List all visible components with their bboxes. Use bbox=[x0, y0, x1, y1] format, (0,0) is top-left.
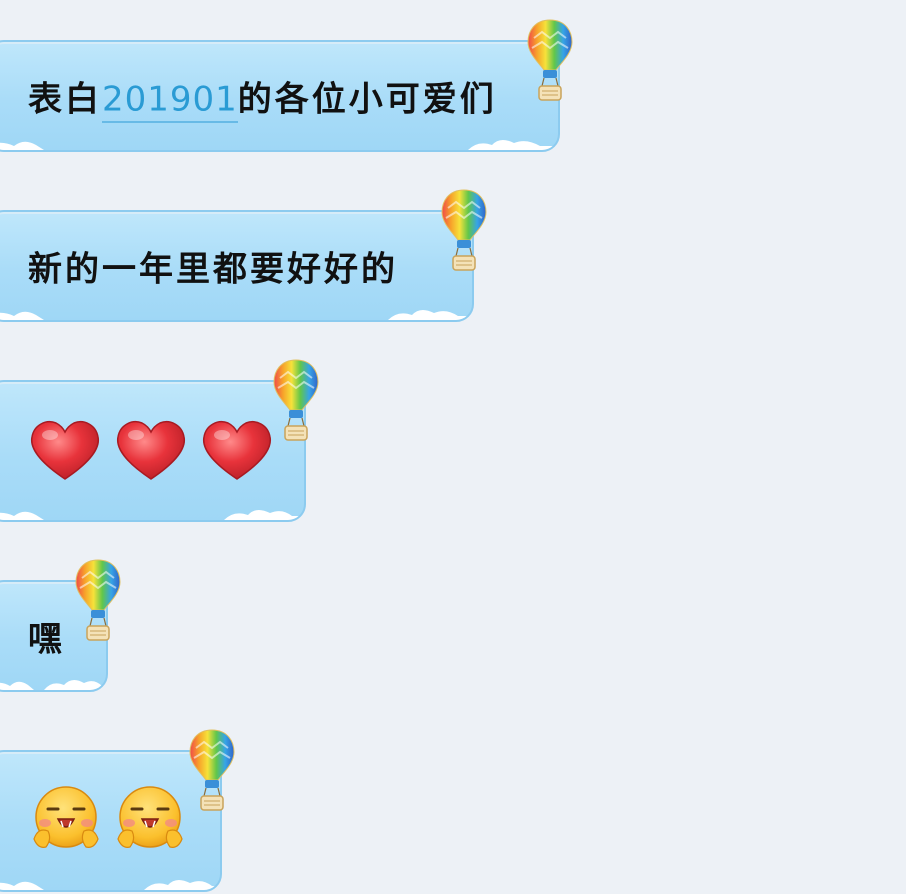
message-link[interactable]: 201901 bbox=[102, 79, 238, 123]
cloud-decoration bbox=[0, 868, 220, 890]
message-text: 表白201901的各位小可爱们 bbox=[28, 72, 497, 123]
blush-face-icon bbox=[117, 786, 183, 848]
message-text: 嘿 bbox=[28, 619, 65, 660]
message-bubble-3[interactable] bbox=[0, 359, 319, 522]
cloud-decoration bbox=[0, 298, 472, 320]
heart-icon bbox=[116, 421, 186, 480]
hot-air-balloon-icon bbox=[273, 359, 319, 441]
message-bubble-4[interactable]: 嘿 bbox=[0, 559, 121, 692]
heart-icon bbox=[202, 421, 272, 480]
cloud-decoration bbox=[0, 668, 106, 690]
cloud-decoration bbox=[0, 128, 558, 150]
blush-face-icon bbox=[33, 786, 99, 848]
hot-air-balloon-icon bbox=[527, 19, 573, 101]
heart-icon bbox=[30, 421, 100, 480]
emoji-row bbox=[28, 783, 188, 859]
hot-air-balloon-icon bbox=[441, 189, 487, 271]
message-text: 新的一年里都要好好的 bbox=[28, 249, 398, 290]
message-prefix: 表白 bbox=[28, 79, 102, 120]
hot-air-balloon-icon bbox=[75, 559, 121, 641]
message-suffix: 的各位小可爱们 bbox=[237, 79, 497, 120]
message-bubble-5[interactable] bbox=[0, 729, 235, 892]
message-bubble-1[interactable]: 表白201901的各位小可爱们 bbox=[0, 19, 573, 152]
message-bubble-2[interactable]: 新的一年里都要好好的 bbox=[0, 189, 487, 322]
hot-air-balloon-icon bbox=[189, 729, 235, 811]
emoji-row bbox=[28, 419, 274, 483]
cloud-decoration bbox=[0, 498, 304, 520]
